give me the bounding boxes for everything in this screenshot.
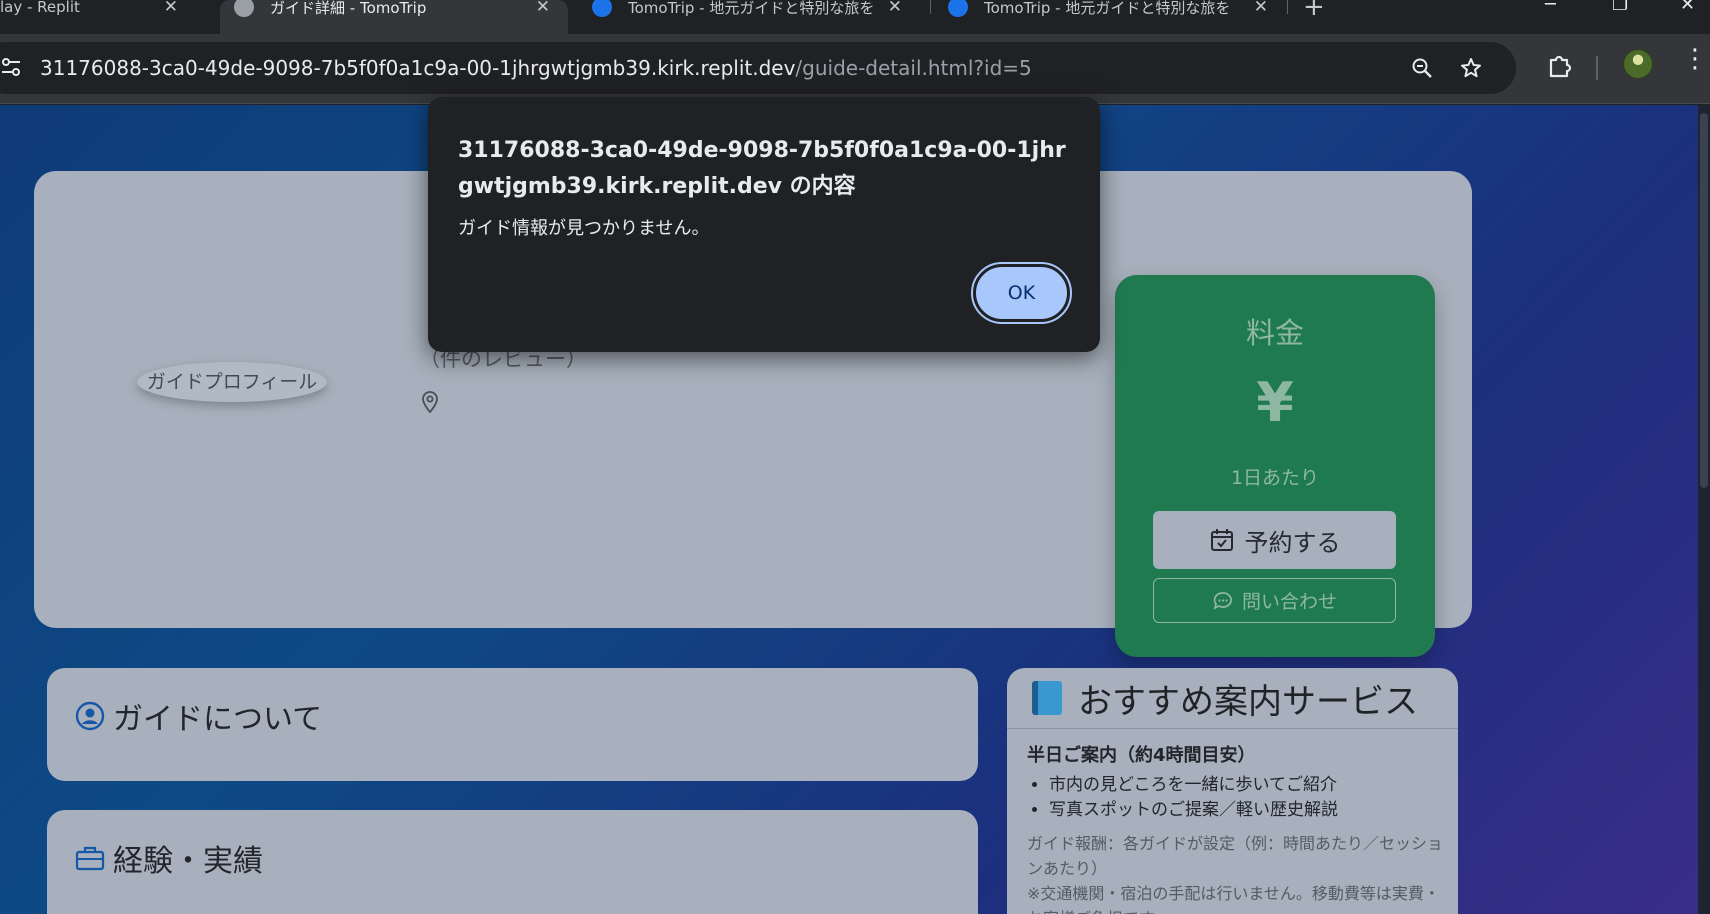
location-pin-icon [422,391,438,414]
calendar-check-icon [1210,529,1233,551]
extensions-icon[interactable] [1546,52,1572,78]
tab-separator [930,0,931,14]
scrollbar-thumb[interactable] [1700,113,1708,488]
section-title: 経験・実績 [113,844,263,879]
service-note: ※交通機関・宿泊の手配は行いません。移動費等は実費・お客様ご負担です。 [1027,884,1440,914]
service-list: 市内の見どころを一緒に歩いてご紹介 写真スポットのご提案／軽い歴史解説 [1027,773,1447,823]
url-path: /guide-detail.html?id=5 [795,56,1032,80]
tomotrip-favicon-icon [948,0,968,17]
menu-icon[interactable]: ⋮ [1682,46,1708,72]
close-icon[interactable]: ✕ [1254,0,1268,16]
site-info-icon[interactable] [0,56,22,78]
recommended-service-section: おすすめ案内サービス 半日ご案内（約4時間目安） 市内の見どころを一緒に歩いてご… [1007,668,1458,914]
minimize-icon[interactable]: ─ [1545,0,1556,15]
bookmark-star-icon[interactable] [1459,56,1483,80]
toolbar-divider [1596,56,1598,80]
tab-replit[interactable]: lay - Replit ✕ [0,0,200,34]
inquiry-button[interactable]: 問い合わせ [1153,578,1396,623]
price-title: 料金 [1245,316,1304,350]
globe-icon [234,0,254,17]
window-close-icon[interactable]: ✕ [1680,0,1695,15]
dialog-title: 31176088-3ca0-49de-9098-7b5f0f0a1c9a-00-… [458,138,1066,199]
inquiry-button-label: 問い合わせ [1241,591,1337,613]
close-icon[interactable]: ✕ [164,0,178,16]
tab-title: TomoTrip - 地元ガイドと特別な旅を [628,0,875,17]
url-host: 31176088-3ca0-49de-9098-7b5f0f0a1c9a-00-… [40,56,796,80]
tab-title: ガイド詳細 - TomoTrip [270,0,427,17]
price-value: ¥ [1256,371,1294,434]
service-note: ガイド報酬：各ガイドが設定（例：時間あたり／セッションあたり） [1027,834,1444,878]
browser-toolbar: 31176088-3ca0-49de-9098-7b5f0f0a1c9a-00-… [0,34,1710,104]
close-icon[interactable]: ✕ [888,0,902,16]
url-text[interactable]: 31176088-3ca0-49de-9098-7b5f0f0a1c9a-00-… [40,56,1032,80]
restore-icon[interactable]: ❐ [1612,0,1628,15]
tab-separator [1287,0,1288,14]
list-item: 市内の見どころを一緒に歩いてご紹介 [1049,773,1447,798]
blue-book-icon [1032,681,1062,715]
profile-avatar[interactable] [1623,49,1653,79]
tab-tomotrip-1[interactable]: TomoTrip - 地元ガイドと特別な旅を ✕ [580,0,920,34]
address-bar[interactable]: 31176088-3ca0-49de-9098-7b5f0f0a1c9a-00-… [0,42,1516,94]
tab-tomotrip-2[interactable]: TomoTrip - 地元ガイドと特別な旅を ✕ [936,0,1286,34]
book-button-label: 予約する [1244,528,1341,557]
list-item: 写真スポットのご提案／軽い歴史解説 [1049,798,1447,823]
price-card: 料金 ¥ 1日あたり 予約する 問い合わせ [1115,275,1435,657]
tab-guide-detail[interactable]: ガイド詳細 - TomoTrip ✕ [220,0,568,34]
service-subtitle: 半日ご案内（約4時間目安） [1027,745,1256,766]
close-icon[interactable]: ✕ [536,0,550,16]
tab-title: lay - Replit [0,0,80,16]
new-tab-plus-icon[interactable]: + [1303,0,1325,22]
alert-dialog: 31176088-3ca0-49de-9098-7b5f0f0a1c9a-00-… [428,97,1100,352]
chat-bubble-icon [1213,591,1232,610]
about-guide-section: ガイドについて [47,668,978,781]
guide-profile-image: ガイドプロフィール [137,362,327,402]
book-button[interactable]: 予約する [1153,511,1396,569]
section-title: おすすめ案内サービス [1078,681,1418,722]
page-scrollbar[interactable] [1698,105,1710,914]
section-title: ガイドについて [113,702,323,737]
experience-section: 経験・実績 [47,810,978,914]
ok-button[interactable]: OK [971,262,1072,324]
tab-title: TomoTrip - 地元ガイドと特別な旅を [984,0,1231,17]
dialog-message: ガイド情報が見つかりません。 [458,218,710,239]
price-unit: 1日あたり [1230,467,1320,489]
tab-strip: lay - Replit ✕ ガイド詳細 - TomoTrip ✕ TomoTr… [0,0,1710,34]
tomotrip-favicon-icon [592,0,612,17]
zoom-icon[interactable] [1410,56,1434,80]
user-circle-icon [75,701,105,731]
briefcase-icon [75,846,105,871]
